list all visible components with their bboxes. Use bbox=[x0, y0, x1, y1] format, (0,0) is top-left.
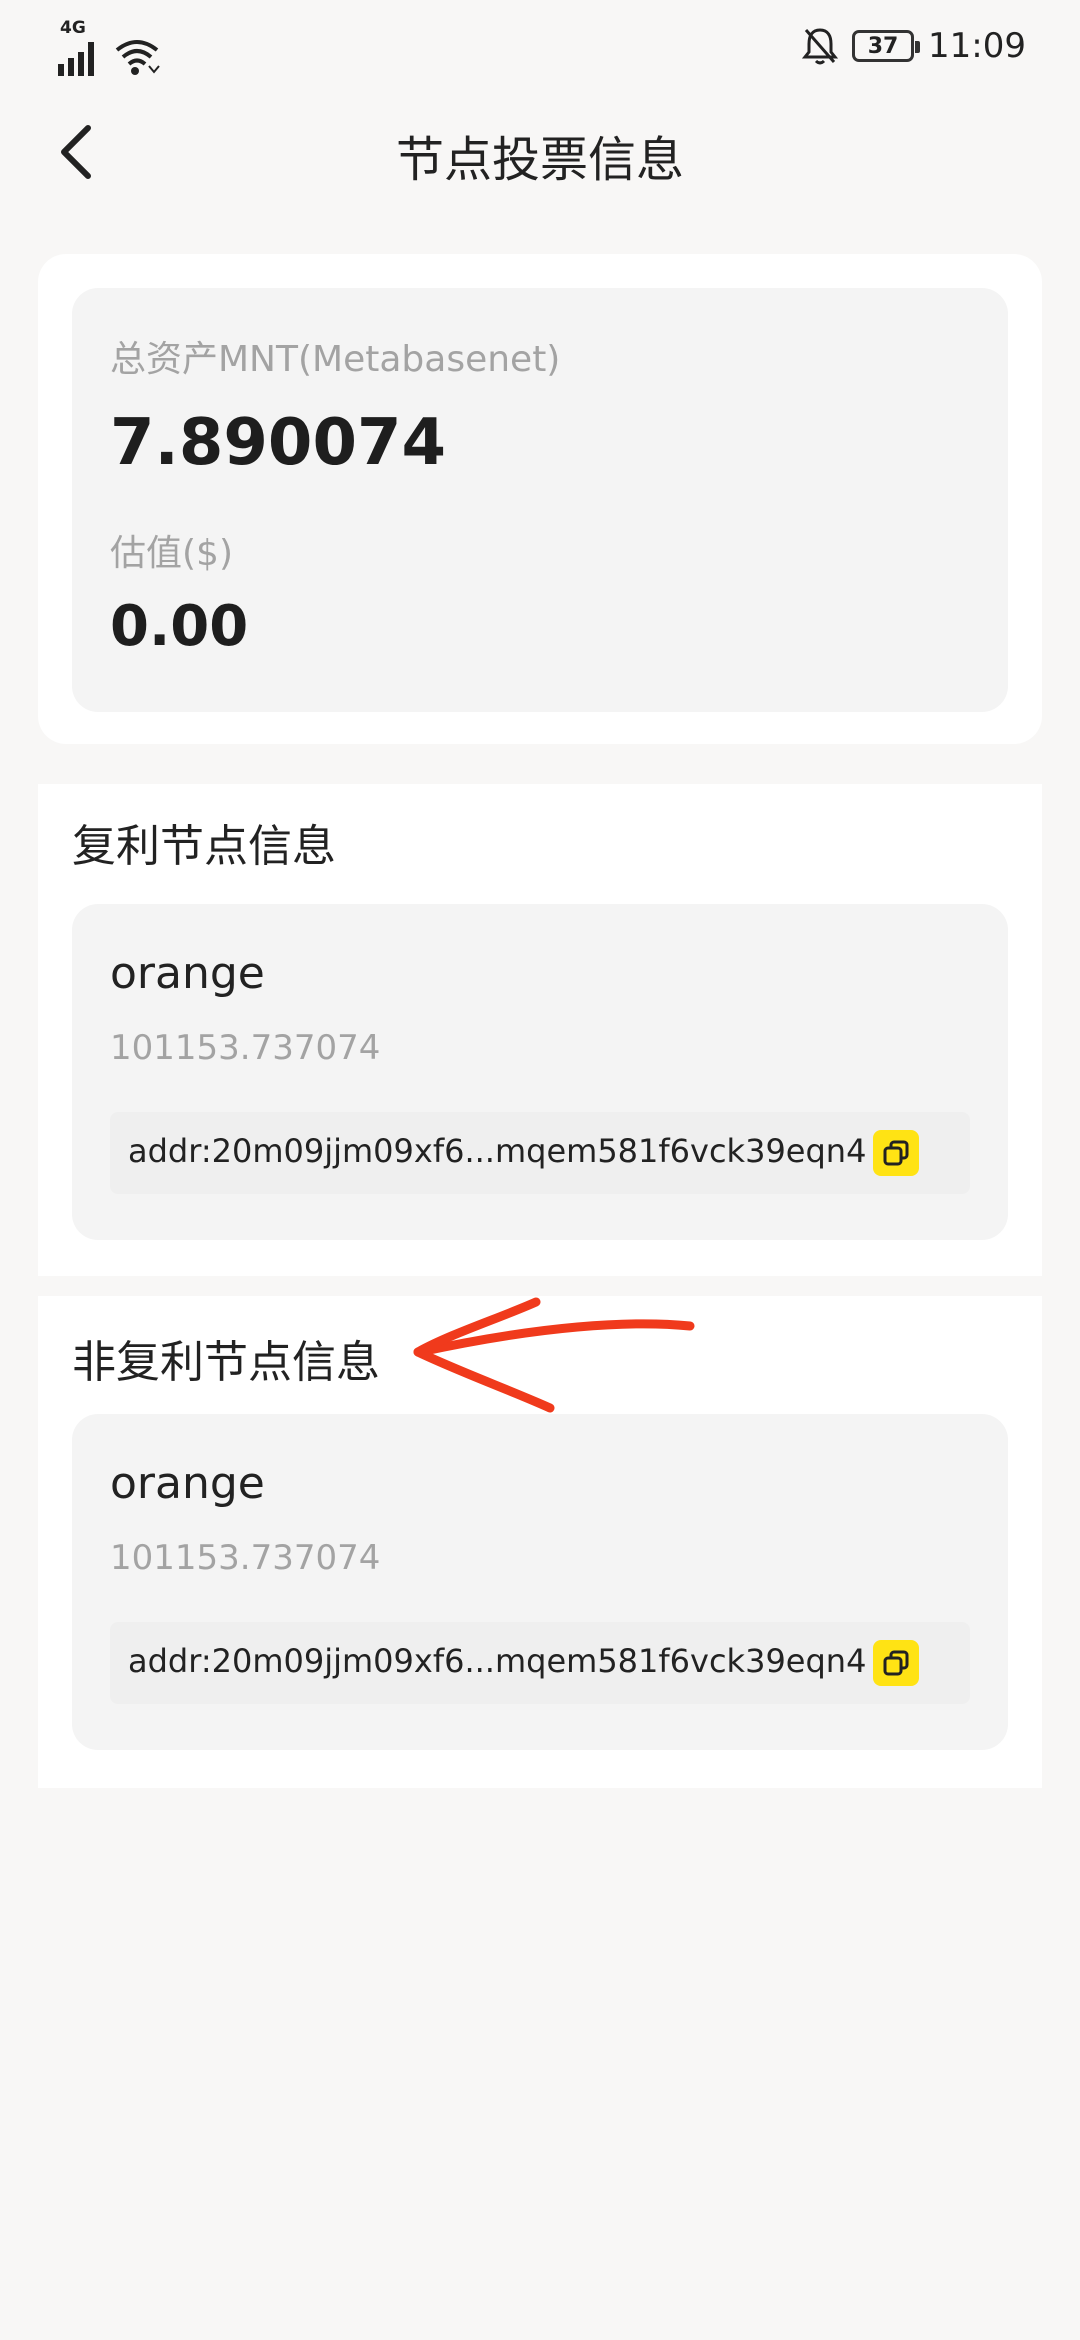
asset-summary-panel: 总资产MNT(Metabasenet) 7.890074 估值($) 0.00 bbox=[38, 254, 1042, 744]
address-box: addr:20m09jjm09xf6...mqem581f6vck39eqn4 bbox=[110, 1112, 970, 1194]
node-address: addr:20m09jjm09xf6...mqem581f6vck39eqn4 bbox=[128, 1132, 867, 1170]
wifi-icon bbox=[115, 40, 160, 75]
copy-address-button[interactable] bbox=[873, 1130, 919, 1176]
status-bar: 4G 37 11:09 bbox=[0, 0, 1080, 96]
total-assets-value: 7.890074 bbox=[110, 406, 447, 480]
copy-icon bbox=[883, 1140, 909, 1166]
battery-level: 37 bbox=[867, 33, 899, 59]
copy-address-button[interactable] bbox=[873, 1640, 919, 1686]
asset-card: 总资产MNT(Metabasenet) 7.890074 估值($) 0.00 bbox=[72, 288, 1008, 712]
copy-icon bbox=[883, 1650, 909, 1676]
section-title: 非复利节点信息 bbox=[72, 1337, 380, 1388]
signal-icon bbox=[58, 42, 94, 76]
total-assets-label: 总资产MNT(Metabasenet) bbox=[110, 339, 561, 380]
node-card[interactable]: orange 101153.737074 addr:20m09jjm09xf6.… bbox=[72, 1414, 1008, 1750]
node-name: orange bbox=[110, 1458, 265, 1509]
battery-indicator: 37 bbox=[852, 30, 921, 62]
node-address: addr:20m09jjm09xf6...mqem581f6vck39eqn4 bbox=[128, 1642, 867, 1680]
page-title: 节点投票信息 bbox=[395, 132, 684, 188]
status-right: 37 11:09 bbox=[802, 26, 1026, 66]
bell-off-icon bbox=[802, 28, 839, 65]
node-card[interactable]: orange 101153.737074 addr:20m09jjm09xf6.… bbox=[72, 904, 1008, 1240]
section-title: 复利节点信息 bbox=[72, 821, 336, 872]
address-box: addr:20m09jjm09xf6...mqem581f6vck39eqn4 bbox=[110, 1622, 970, 1704]
node-name: orange bbox=[110, 948, 265, 999]
app-header: 节点投票信息 bbox=[0, 96, 1080, 208]
compound-node-section: 复利节点信息 orange 101153.737074 addr:20m09jj… bbox=[38, 784, 1042, 1276]
clock: 11:09 bbox=[928, 26, 1026, 66]
status-left: 4G bbox=[56, 18, 160, 78]
valuation-value: 0.00 bbox=[110, 594, 249, 659]
annotation-arrow-icon bbox=[413, 1297, 695, 1413]
node-amount: 101153.737074 bbox=[110, 1028, 381, 1068]
node-amount: 101153.737074 bbox=[110, 1538, 381, 1578]
valuation-label: 估值($) bbox=[110, 533, 233, 574]
network-type: 4G bbox=[60, 18, 86, 38]
